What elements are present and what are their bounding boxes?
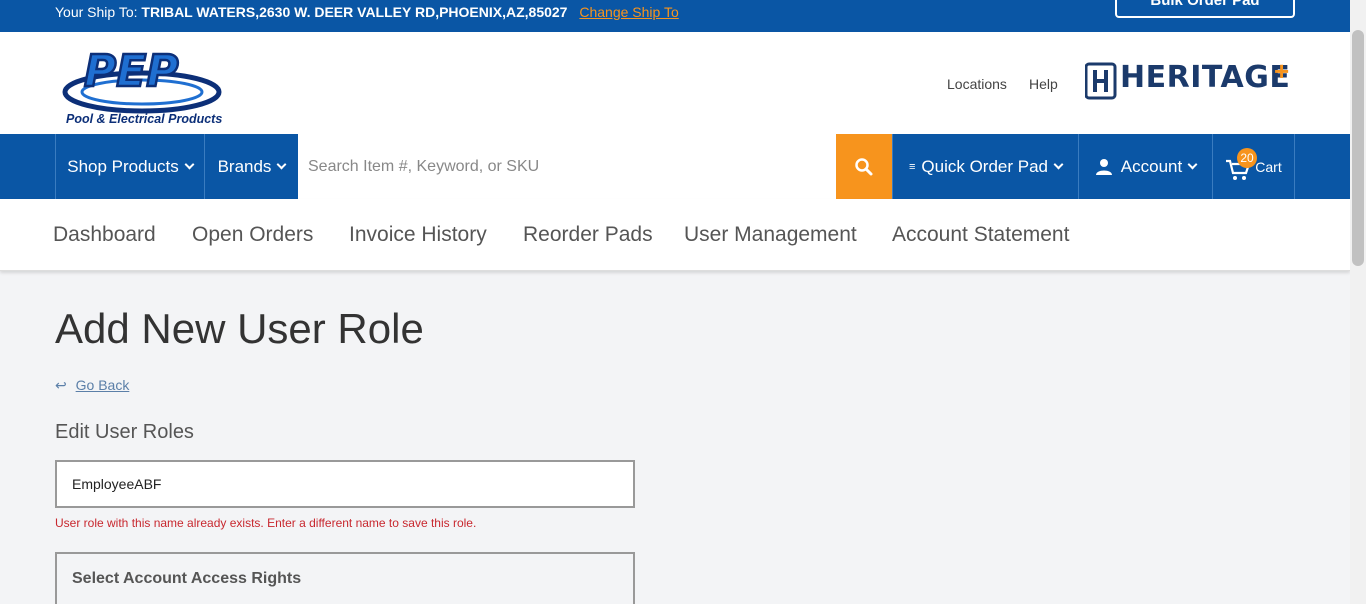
list-icon: ≡ [908, 160, 916, 173]
help-link[interactable]: Help [1029, 76, 1058, 92]
page-title: Add New User Role [55, 305, 424, 352]
subnav-dashboard[interactable]: Dashboard [53, 223, 156, 247]
shop-products-menu[interactable]: Shop Products [55, 134, 204, 199]
heritage-plus-icon: + [1274, 56, 1290, 86]
site-header: PEP Pool & Electrical Products Locations… [0, 32, 1350, 134]
access-rights-panel[interactable]: Select Account Access Rights [55, 552, 635, 604]
cart-label: Cart [1255, 158, 1282, 175]
brands-label: Brands [217, 156, 272, 176]
back-arrow-icon: ↩ [55, 377, 67, 393]
ship-to-label: Your Ship To: [55, 4, 138, 20]
ship-to-text: Your Ship To: TRIBAL WATERS,2630 W. DEER… [55, 4, 679, 20]
section-title: Edit User Roles [55, 421, 194, 443]
ship-to-bar: Your Ship To: TRIBAL WATERS,2630 W. DEER… [0, 0, 1350, 32]
account-subnav: Dashboard Open Orders Invoice History Re… [0, 199, 1350, 271]
ship-to-address: TRIBAL WATERS,2630 W. DEER VALLEY RD,PHO… [141, 4, 568, 20]
heritage-logo-text: HERITAGE [1120, 60, 1291, 95]
logo-caption: Pool & Electrical Products [66, 112, 223, 126]
subnav-user-management[interactable]: User Management [684, 223, 857, 247]
go-back-link[interactable]: Go Back [76, 377, 130, 393]
bulk-order-pad-button[interactable]: Bulk Order Pad [1115, 0, 1295, 18]
cart-button[interactable]: 20 Cart [1212, 134, 1295, 199]
chevron-down-icon [1053, 159, 1064, 170]
subnav-invoice-history[interactable]: Invoice History [349, 223, 487, 247]
account-label: Account [1120, 156, 1183, 176]
subnav-account-statement[interactable]: Account Statement [892, 223, 1069, 247]
error-message: User role with this name already exists.… [55, 516, 477, 530]
brands-menu[interactable]: Brands [204, 134, 298, 199]
search-input[interactable] [298, 134, 836, 199]
locations-link[interactable]: Locations [947, 76, 1007, 92]
subnav-open-orders[interactable]: Open Orders [192, 223, 313, 247]
cart-count-badge: 20 [1237, 148, 1257, 168]
user-icon [1095, 158, 1112, 175]
page-scrollbar[interactable] [1350, 0, 1366, 604]
go-back[interactable]: ↩ Go Back [55, 377, 129, 394]
quick-order-pad-menu[interactable]: ≡ Quick Order Pad [892, 134, 1078, 199]
access-rights-title: Select Account Access Rights [72, 570, 302, 587]
account-menu[interactable]: Account [1078, 134, 1212, 199]
main-nav: Shop Products Brands ≡ Quick Order Pad A… [0, 134, 1350, 199]
subnav-reorder-pads[interactable]: Reorder Pads [523, 223, 653, 247]
search-button[interactable] [836, 134, 892, 199]
scrollbar-thumb[interactable] [1352, 30, 1364, 266]
search-icon [855, 157, 873, 175]
chevron-down-icon [276, 159, 287, 170]
svg-text:PEP: PEP [84, 46, 179, 97]
role-name-input[interactable] [55, 460, 635, 508]
change-ship-to-link[interactable]: Change Ship To [579, 4, 678, 20]
chevron-down-icon [184, 159, 195, 170]
quick-order-pad-label: Quick Order Pad [921, 156, 1049, 176]
shop-products-label: Shop Products [67, 156, 179, 176]
chevron-down-icon [1187, 159, 1198, 170]
